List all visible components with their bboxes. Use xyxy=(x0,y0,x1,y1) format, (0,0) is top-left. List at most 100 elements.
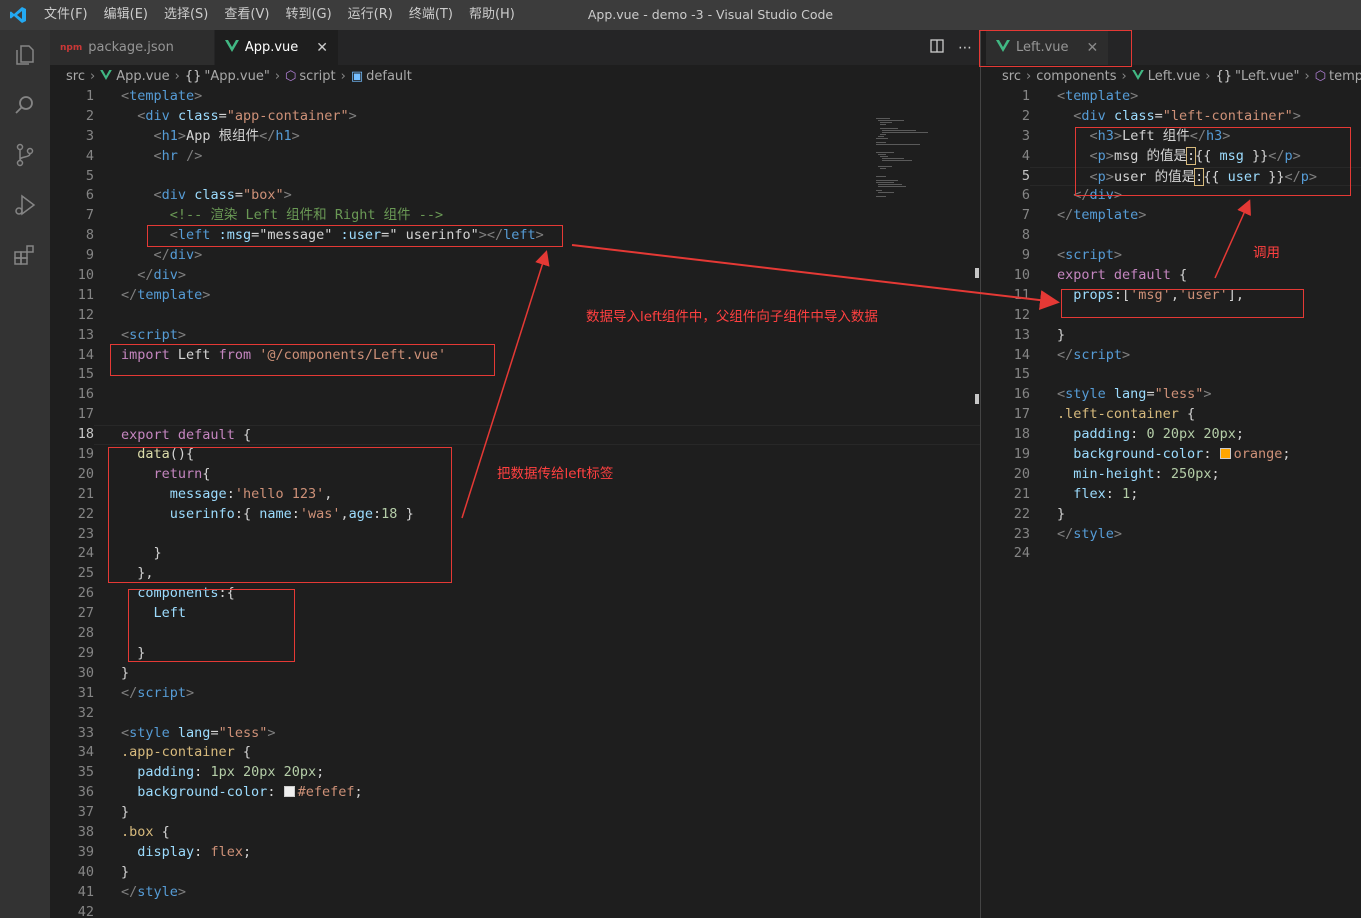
search-icon[interactable] xyxy=(0,80,50,130)
menu-item[interactable]: 转到(G) xyxy=(277,0,339,30)
line-number: 32 xyxy=(77,704,94,721)
breadcrumb-item[interactable]: src xyxy=(66,69,85,84)
code-line[interactable]: 30} xyxy=(50,664,980,684)
code-line[interactable]: 7 </template> xyxy=(986,206,1361,226)
split-editor-icon[interactable] xyxy=(930,38,944,57)
code-line[interactable]: 5 xyxy=(50,167,980,187)
code-line[interactable]: 32 xyxy=(50,704,980,724)
code-line[interactable]: 1 <template> xyxy=(50,87,980,107)
code-line[interactable]: 36 background-color: #efefef; xyxy=(50,783,980,803)
code-line[interactable]: 16 <style lang="less"> xyxy=(986,385,1361,405)
code-token: > xyxy=(177,267,187,284)
breadcrumb-item[interactable]: components xyxy=(1036,69,1116,84)
minimap[interactable] xyxy=(876,118,956,208)
breadcrumb-item[interactable]: script xyxy=(299,69,335,84)
code-line[interactable]: 21 flex: 1; xyxy=(986,485,1361,505)
code-token: : xyxy=(1203,446,1220,463)
code-line[interactable]: 18 export default { xyxy=(50,425,980,446)
code-line[interactable]: 11 </template> xyxy=(50,286,980,306)
files-icon[interactable] xyxy=(0,30,50,80)
line-text: } xyxy=(1030,326,1361,346)
breadcrumb-item[interactable]: "App.vue" xyxy=(204,69,269,84)
code-line[interactable]: 23 </style> xyxy=(986,525,1361,545)
menu-item[interactable]: 运行(R) xyxy=(340,0,401,30)
line-number: 26 xyxy=(77,585,94,602)
close-icon[interactable]: ✕ xyxy=(316,40,328,56)
menu-item[interactable]: 选择(S) xyxy=(156,0,216,30)
code-line[interactable]: 13} xyxy=(986,326,1361,346)
code-token: 20px xyxy=(242,764,276,781)
more-actions-icon[interactable]: ⋯ xyxy=(958,40,972,56)
tab-package-json[interactable]: npm package.json xyxy=(50,30,215,65)
code-line[interactable]: 2 <div class="left-container"> xyxy=(986,107,1361,127)
code-line[interactable]: 42 xyxy=(50,903,980,918)
code-line[interactable]: 4 <hr /> xyxy=(50,147,980,167)
menu-item[interactable]: 帮助(H) xyxy=(461,0,523,30)
menu-item[interactable]: 编辑(E) xyxy=(96,0,156,30)
code-line[interactable]: 20 min-height: 250px; xyxy=(986,465,1361,485)
code-line[interactable]: 40} xyxy=(50,863,980,883)
line-number: 39 xyxy=(77,843,94,860)
code-line[interactable]: 17 .left-container { xyxy=(986,405,1361,425)
line-text: <!-- 渲染 Left 组件和 Right 组件 --> xyxy=(94,206,980,226)
code-line[interactable]: 7 <!-- 渲染 Left 组件和 Right 组件 --> xyxy=(50,206,980,226)
code-line[interactable]: 37} xyxy=(50,803,980,823)
code-line[interactable]: 9 </div> xyxy=(50,246,980,266)
menu-item[interactable]: 终端(T) xyxy=(401,0,461,30)
code-token: .left-container xyxy=(1057,406,1179,423)
code-line[interactable]: 2 <div class="app-container"> xyxy=(50,107,980,127)
line-number: 14 xyxy=(77,346,94,363)
code-token: 250px xyxy=(1170,465,1212,482)
breadcrumb-item[interactable]: "Left.vue" xyxy=(1235,69,1299,84)
code-line[interactable]: 18 padding: 0 20px 20px; xyxy=(986,425,1361,445)
code-line[interactable]: 39 display: flex; xyxy=(50,843,980,863)
menu-item[interactable]: 文件(F) xyxy=(36,0,96,30)
code-token: class xyxy=(194,187,235,204)
menu-item[interactable]: 查看(V) xyxy=(216,0,277,30)
code-line[interactable]: 9 <script> xyxy=(986,246,1361,266)
line-number: 21 xyxy=(1013,485,1030,502)
line-number: 12 xyxy=(1013,306,1030,323)
line-text: .left-container { xyxy=(1030,405,1361,425)
code-line[interactable]: 38 .box { xyxy=(50,823,980,843)
code-line[interactable]: 8 xyxy=(986,226,1361,246)
code-line[interactable]: 34 .app-container { xyxy=(50,743,980,763)
code-token: div xyxy=(1081,107,1106,124)
code-line[interactable]: 31 </script> xyxy=(50,684,980,704)
code-line[interactable]: 24 xyxy=(986,544,1361,564)
code-token: > xyxy=(1122,346,1131,363)
code-token: > xyxy=(283,187,292,204)
scrollbar[interactable] xyxy=(966,118,980,918)
code-line[interactable]: 10 export default { xyxy=(986,266,1361,286)
tab-app-vue[interactable]: App.vue ✕ xyxy=(214,30,340,65)
code-line[interactable]: 15 xyxy=(986,365,1361,385)
code-line[interactable]: 16 xyxy=(50,385,980,405)
code-line[interactable]: 35 padding: 1px 20px 20px; xyxy=(50,763,980,783)
breadcrumb-item[interactable]: default xyxy=(366,69,412,84)
code-line[interactable]: 14 </script> xyxy=(986,346,1361,366)
code-line[interactable]: 17 xyxy=(50,405,980,425)
code-token: ; xyxy=(354,784,363,801)
breadcrumb-item[interactable]: src xyxy=(1002,69,1021,84)
code-line[interactable]: 1 <template> xyxy=(986,87,1361,107)
code-line[interactable]: 33 <style lang="less"> xyxy=(50,724,980,744)
source-control-icon[interactable] xyxy=(0,130,50,180)
extensions-icon[interactable] xyxy=(0,230,50,280)
code-line[interactable]: 13 <script> xyxy=(50,326,980,346)
line-number: 31 xyxy=(77,684,94,701)
code-token: padding xyxy=(137,764,195,781)
line-number: 6 xyxy=(1021,187,1030,204)
breadcrumb-item[interactable]: Left.vue xyxy=(1148,69,1201,84)
run-debug-icon[interactable] xyxy=(0,180,50,230)
code-line[interactable]: 19 background-color: orange; xyxy=(986,445,1361,465)
line-text: </style> xyxy=(1030,525,1361,545)
code-line[interactable]: 41 </style> xyxy=(50,883,980,903)
breadcrumb-item[interactable]: App.vue xyxy=(116,69,169,84)
code-line[interactable]: 3 <h1>App 根组件</h1> xyxy=(50,127,980,147)
code-line[interactable]: 22} xyxy=(986,505,1361,525)
breadcrumb-item[interactable]: templ xyxy=(1329,69,1361,84)
code-line[interactable]: 6 <div class="box"> xyxy=(50,186,980,206)
code-line[interactable]: 10 </div> xyxy=(50,266,980,286)
